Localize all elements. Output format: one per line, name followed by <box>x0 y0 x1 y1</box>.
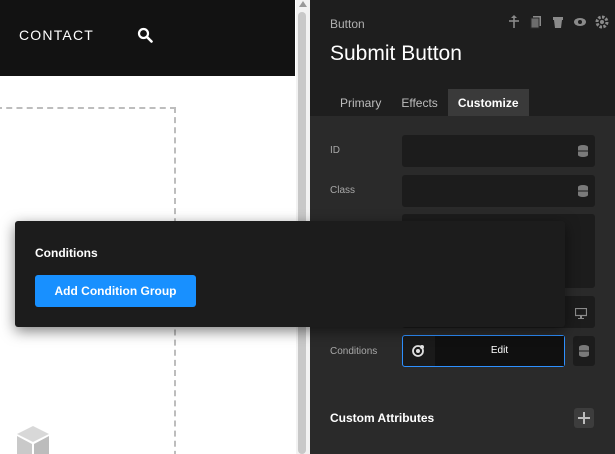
database-icon[interactable] <box>577 144 589 158</box>
element-type-label: Button <box>330 17 365 31</box>
id-input[interactable] <box>402 135 595 167</box>
panel-tabs: Primary Effects Customize <box>330 89 529 116</box>
delete-icon[interactable] <box>551 15 565 29</box>
scroll-up-arrow-icon[interactable] <box>299 1 307 7</box>
search-icon[interactable] <box>137 27 153 43</box>
add-attribute-plus-icon[interactable] <box>574 408 594 428</box>
tab-customize[interactable]: Customize <box>447 89 529 116</box>
custom-attributes-heading: Custom Attributes <box>330 411 435 425</box>
conditions-popup: Conditions Add Condition Group <box>15 221 565 327</box>
conditions-edit-button[interactable]: Edit <box>435 336 564 366</box>
tab-effects[interactable]: Effects <box>391 89 447 116</box>
settings-icon[interactable] <box>595 15 609 29</box>
monitor-icon[interactable] <box>574 306 588 319</box>
popup-title: Conditions <box>35 246 98 260</box>
visibility-icon[interactable] <box>573 15 587 29</box>
conditions-dynamic-data[interactable] <box>573 336 595 366</box>
cube-icon <box>14 424 52 454</box>
conditions-field-label: Conditions <box>330 346 378 357</box>
align-icon[interactable] <box>507 15 521 29</box>
database-icon[interactable] <box>578 344 590 358</box>
site-navbar: CONTACT <box>0 0 295 76</box>
class-input[interactable] <box>402 175 595 207</box>
id-field-label: ID <box>330 145 340 156</box>
database-icon[interactable] <box>577 184 589 198</box>
condition-icon <box>411 344 425 358</box>
panel-header: Button Submit Button Primary Effects Cus… <box>310 0 615 116</box>
panel-header-actions <box>507 15 609 29</box>
nav-link-contact[interactable]: CONTACT <box>19 27 94 43</box>
tab-primary[interactable]: Primary <box>330 89 391 116</box>
copy-icon[interactable] <box>529 15 543 29</box>
conditions-field[interactable]: Edit <box>402 335 565 367</box>
class-field-label: Class <box>330 185 356 196</box>
add-condition-group-button[interactable]: Add Condition Group <box>35 275 196 307</box>
element-name-title[interactable]: Submit Button <box>330 42 462 66</box>
